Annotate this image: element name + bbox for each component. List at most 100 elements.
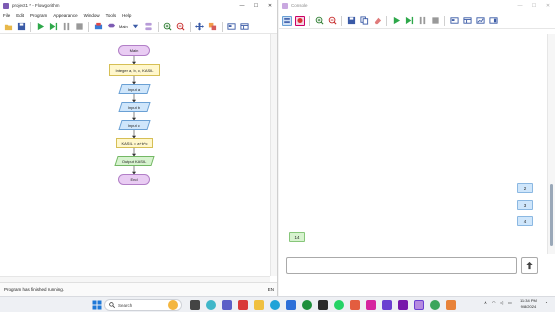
open-folder-icon[interactable]: [3, 22, 13, 32]
whatsapp-icon[interactable]: [334, 300, 344, 310]
console-input-field[interactable]: [286, 257, 517, 274]
clock[interactable]: 11:34 PM 9/8/2024: [520, 298, 537, 310]
instagram-icon[interactable]: [366, 300, 376, 310]
console-input-value-2: 3: [523, 202, 527, 208]
clock-date: 9/8/2024: [520, 304, 537, 309]
pause-icon[interactable]: [417, 16, 427, 26]
emoji-widget-icon[interactable]: [168, 300, 178, 310]
task-view-icon[interactable]: [190, 300, 200, 310]
chrome-icon[interactable]: [430, 300, 440, 310]
zoom-out-icon[interactable]: [327, 16, 337, 26]
wifi-icon[interactable]: ◠: [492, 300, 496, 305]
console-window-icon[interactable]: [227, 22, 237, 32]
menu-program[interactable]: Program: [30, 13, 47, 18]
toolbar-separator: [221, 21, 223, 32]
zoom-in-icon[interactable]: [163, 22, 173, 32]
volume-icon[interactable]: ◁: [500, 300, 503, 305]
run-icon[interactable]: [35, 22, 45, 32]
stop-icon[interactable]: [430, 16, 440, 26]
layout-icon[interactable]: [144, 22, 154, 32]
variables-window-icon[interactable]: [462, 16, 472, 26]
console-output-value: 14: [294, 234, 300, 240]
variable-watch-icon[interactable]: [93, 22, 103, 32]
notification-bell-icon[interactable]: ◔: [545, 300, 547, 305]
console-maximize-button[interactable]: ☐: [527, 3, 541, 9]
console-input-bubble: 3: [517, 200, 533, 210]
edge-icon[interactable]: [270, 300, 280, 310]
console-title-bar: Console — ☐ ✕: [279, 0, 555, 11]
console-close-button[interactable]: ✕: [541, 3, 555, 9]
declare-statement[interactable]: Integer a, b, c, KASIL: [109, 64, 160, 76]
input-b-statement[interactable]: Input b: [118, 102, 151, 112]
menu-tools[interactable]: Tools: [106, 13, 117, 18]
copy-icon[interactable]: [359, 16, 369, 26]
app-icon-dark[interactable]: [318, 300, 328, 310]
run-icon[interactable]: [391, 16, 401, 26]
pause-icon[interactable]: [61, 22, 71, 32]
console-vertical-scrollbar[interactable]: [547, 34, 555, 254]
scrollbar-thumb[interactable]: [550, 184, 553, 246]
toolbar-separator: [386, 15, 387, 26]
battery-icon[interactable]: ▭: [508, 300, 512, 305]
variables-window-icon[interactable]: [240, 22, 250, 32]
start-terminal[interactable]: Main: [118, 45, 150, 56]
copilot-icon[interactable]: [206, 300, 216, 310]
teams-icon[interactable]: [222, 300, 232, 310]
function-icon[interactable]: [106, 22, 116, 32]
flowchart-canvas[interactable]: Main Integer a, b, c, KASIL Input a Inpu…: [0, 34, 270, 276]
chart-window-icon[interactable]: [475, 16, 485, 26]
zoom-in-icon[interactable]: [314, 16, 324, 26]
move-icon[interactable]: [195, 22, 205, 32]
output-label: Output KASIL: [122, 158, 147, 164]
minimize-button[interactable]: —: [235, 3, 249, 9]
step-icon[interactable]: [48, 22, 58, 32]
save-icon[interactable]: [346, 16, 356, 26]
menu-help[interactable]: Help: [122, 13, 131, 18]
tray-chevron-icon[interactable]: ∧: [484, 300, 487, 305]
onenote-icon[interactable]: [398, 300, 408, 310]
stop-icon[interactable]: [74, 22, 84, 32]
save-icon[interactable]: [16, 22, 26, 32]
menu-edit[interactable]: Edit: [16, 13, 24, 18]
close-button[interactable]: ✕: [263, 3, 277, 9]
menu-file[interactable]: File: [3, 13, 10, 18]
menu-window[interactable]: Window: [84, 13, 100, 18]
input-c-label: Input c: [128, 122, 141, 128]
start-menu-icon[interactable]: [92, 300, 102, 310]
console-window-icon[interactable]: [449, 16, 459, 26]
photos-icon[interactable]: [350, 300, 360, 310]
clear-icon[interactable]: [372, 16, 382, 26]
output-statement[interactable]: Output KASIL: [114, 156, 155, 166]
main-toolbar: Main: [0, 20, 277, 34]
layers-icon[interactable]: [208, 22, 218, 32]
console-minimize-button[interactable]: —: [513, 3, 527, 9]
menu-appearance[interactable]: Appearance: [53, 13, 77, 18]
console-input-value-3: 4: [523, 218, 527, 224]
toolbar-separator: [189, 21, 191, 32]
record-icon[interactable]: [295, 15, 305, 26]
app-icon-orange[interactable]: [446, 300, 456, 310]
end-terminal[interactable]: End: [118, 174, 150, 185]
console-view-icon[interactable]: [282, 15, 292, 26]
app-icon-purple[interactable]: [382, 300, 392, 310]
input-a-statement[interactable]: Input a: [118, 84, 151, 94]
flowgorithm-taskbar-icon[interactable]: [414, 300, 424, 310]
search-placeholder: Search: [118, 302, 133, 308]
end-label: End: [130, 177, 138, 182]
step-icon[interactable]: [404, 16, 414, 26]
assign-label: KASIL = a+b*c: [121, 140, 148, 146]
toolbar-separator: [444, 15, 445, 26]
settings-window-icon[interactable]: [488, 16, 498, 26]
zoom-out-icon[interactable]: [176, 22, 186, 32]
file-explorer-icon[interactable]: [254, 300, 264, 310]
xbox-icon[interactable]: [302, 300, 312, 310]
input-c-statement[interactable]: Input c: [118, 120, 151, 130]
vertical-scrollbar[interactable]: [270, 34, 277, 276]
app-icon-red[interactable]: [238, 300, 248, 310]
maximize-button[interactable]: ☐: [249, 3, 263, 9]
assign-statement[interactable]: KASIL = a+b*c: [116, 138, 153, 148]
store-icon[interactable]: [286, 300, 296, 310]
chevron-down-icon[interactable]: [131, 22, 141, 32]
function-selector[interactable]: Main: [119, 24, 128, 29]
send-button[interactable]: [521, 257, 538, 274]
